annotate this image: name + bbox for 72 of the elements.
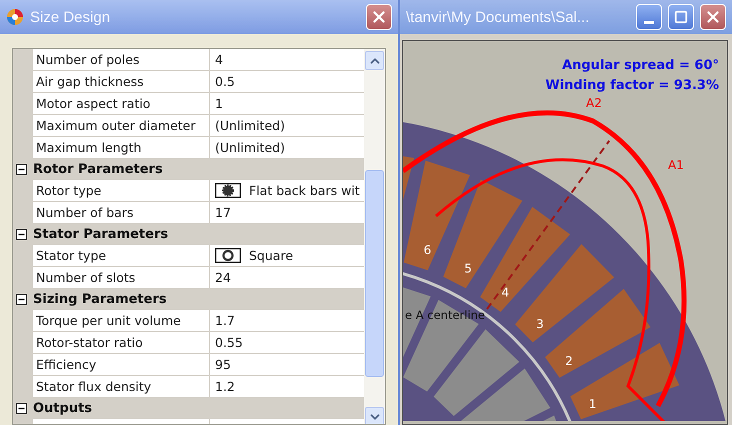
maximize-button[interactable] [668,4,694,30]
value-text: Flat back bars wit [249,183,360,198]
app-icon [6,8,24,26]
value-text: Square [249,248,294,263]
property-name: Number of bars [33,202,210,223]
property-value[interactable]: 1 [210,93,364,114]
category-title: Stator Parameters [33,227,168,242]
value-text: 17 [215,205,231,220]
slot-number: 3 [536,317,544,331]
property-value[interactable]: 0.55 [210,332,364,353]
window-title: \tanvir\My Documents\Sal... [406,8,590,26]
property-name: Efficiency [33,354,210,375]
value-text: 1 [215,96,223,111]
property-name: Maximum length [33,137,210,158]
value-text: 1.2 [215,379,235,394]
property-name: Number of poles [33,49,210,70]
property-value[interactable]: (Unlimited) [210,115,364,136]
collapse-toggle[interactable] [16,164,27,175]
maximize-icon [674,10,688,24]
slot-number: 2 [565,354,573,368]
slot-number: 1 [588,397,596,412]
value-text: 0.55 [215,335,243,350]
value-text: 24 [215,270,231,285]
close-button[interactable] [700,4,726,30]
property-value[interactable]: 0.5 [210,71,364,92]
slot-number: 5 [464,261,472,276]
property-name: Stator type [33,245,210,266]
gear-icon [215,183,241,198]
property-name: Rotor-stator ratio [33,332,210,353]
property-name: Maximum outer diameter [33,115,210,136]
scrollbar-thumb[interactable] [365,170,384,377]
property-name: Motor aspect ratio [33,93,210,114]
scroll-up-button[interactable] [365,51,384,70]
value-text: 0.5 [215,74,235,89]
window-title: Size Design [30,8,112,26]
value-text: 95 [215,357,231,372]
property-name: Torque per unit volume [33,310,210,331]
property-value[interactable]: 95 [210,354,364,375]
ring-icon [215,248,241,263]
property-value[interactable]: 17 [210,202,364,223]
arc-label: A2 [586,96,602,110]
property-name: Rotor type [33,180,210,201]
minimize-icon [644,20,654,24]
collapse-toggle[interactable] [16,229,27,240]
property-value[interactable]: Flat back bars wit [210,180,364,201]
scroll-down-button[interactable] [365,407,384,424]
property-name: Air gap thickness [33,71,210,92]
collapse-toggle[interactable] [16,403,27,414]
category-title: Sizing Parameters [33,292,167,307]
annotation-text: Winding factor = 93.3% [545,78,719,93]
arc-label: A1 [668,158,684,172]
property-value[interactable]: 4 [210,49,364,70]
category-title: Rotor Parameters [33,162,163,177]
value-text: (Unlimited) [215,118,285,133]
property-value[interactable]: 1.7 [210,310,364,331]
property-value[interactable]: 1.2 [210,376,364,397]
collapse-toggle[interactable] [16,294,27,305]
minimize-button[interactable] [636,4,662,30]
close-button[interactable] [366,4,392,30]
value-text: 4 [215,52,223,67]
property-value[interactable]: Square [210,245,364,266]
property-value[interactable]: 24 [210,267,364,288]
category-title: Outputs [33,401,92,416]
slot-number: 6 [424,243,432,258]
property-value[interactable]: (Unlimited) [210,137,364,158]
annotation-text: Angular spread = 60° [562,58,719,73]
property-name: Number of slots [33,267,210,288]
property-name: Stator flux density [33,376,210,397]
slot-number: 4 [501,285,510,300]
value-text: (Unlimited) [215,140,285,155]
centerline-label: e A centerline [405,308,486,322]
value-text: 1.7 [215,313,235,328]
